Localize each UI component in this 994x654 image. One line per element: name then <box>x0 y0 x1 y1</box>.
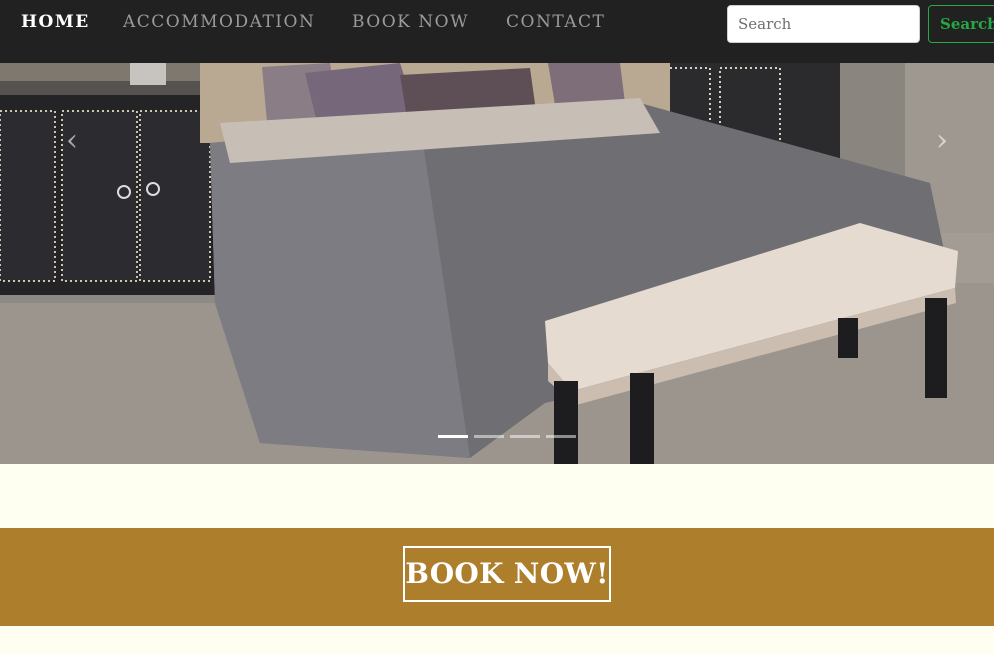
carousel-indicators <box>0 435 994 441</box>
chevron-right-icon: › <box>936 123 948 158</box>
search-input[interactable] <box>727 5 920 43</box>
nav-contact-link[interactable]: CONTACT <box>506 12 605 32</box>
carousel-indicator-1[interactable] <box>438 435 468 438</box>
carousel-indicator-3[interactable] <box>510 435 540 438</box>
nav-home-link[interactable]: HOME <box>21 12 90 32</box>
search-button[interactable]: Search <box>928 5 994 43</box>
nav-book-now-link[interactable]: BOOK NOW <box>352 12 469 32</box>
book-now-button[interactable]: BOOK NOW! <box>403 546 611 602</box>
bedroom-photo <box>0 63 994 464</box>
carousel-indicator-2[interactable] <box>474 435 504 438</box>
page-bottom <box>0 626 994 654</box>
chevron-left-icon: ‹ <box>66 123 78 158</box>
carousel-prev-button[interactable]: ‹ <box>52 121 92 161</box>
carousel-next-button[interactable]: › <box>922 121 962 161</box>
carousel-indicator-4[interactable] <box>546 435 576 438</box>
spacer-band <box>0 464 994 528</box>
nav-accommodation-link[interactable]: ACCOMMODATION <box>123 12 315 32</box>
hero-carousel[interactable]: ‹ › <box>0 63 994 464</box>
book-now-band: BOOK NOW! <box>0 528 994 626</box>
navbar: HOME ACCOMMODATION BOOK NOW CONTACT Sear… <box>0 0 994 63</box>
